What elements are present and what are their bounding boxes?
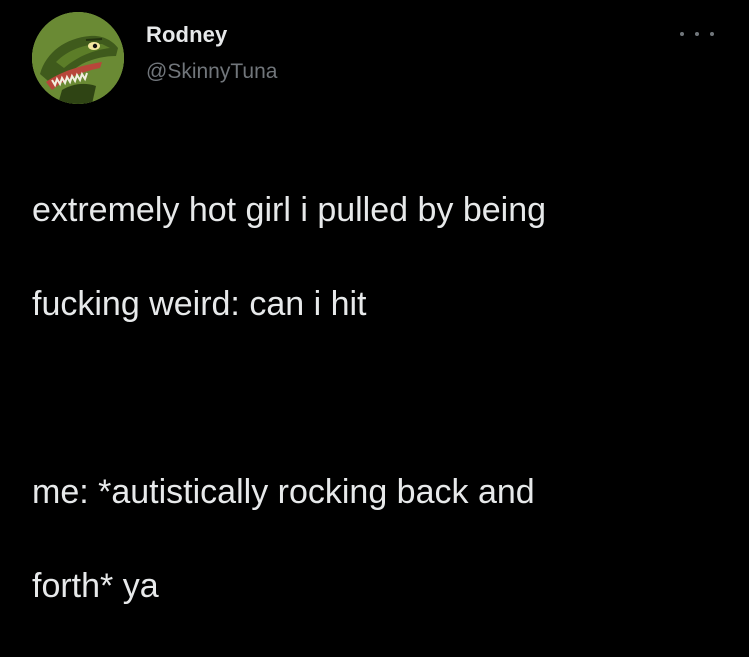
more-dot bbox=[695, 32, 699, 36]
dinosaur-avatar-icon bbox=[32, 12, 124, 104]
tweet-line: extremely hot girl i pulled by being bbox=[32, 191, 547, 229]
tweet-line: forth* ya bbox=[32, 567, 159, 605]
more-options-icon[interactable] bbox=[680, 26, 714, 42]
tweet-card: Rodney @SkinnyTuna extremely hot girl i … bbox=[0, 0, 749, 605]
tweet-line: me: *autistically rocking back and bbox=[32, 473, 535, 511]
author-display-name[interactable]: Rodney bbox=[146, 22, 227, 48]
more-dot bbox=[710, 32, 714, 36]
tweet-text: extremely hot girl i pulled by being fuc… bbox=[32, 140, 732, 657]
author-handle[interactable]: @SkinnyTuna bbox=[146, 60, 277, 84]
avatar[interactable] bbox=[32, 12, 124, 104]
more-dot bbox=[680, 32, 684, 36]
tweet-line: fucking weird: can i hit bbox=[32, 285, 367, 323]
